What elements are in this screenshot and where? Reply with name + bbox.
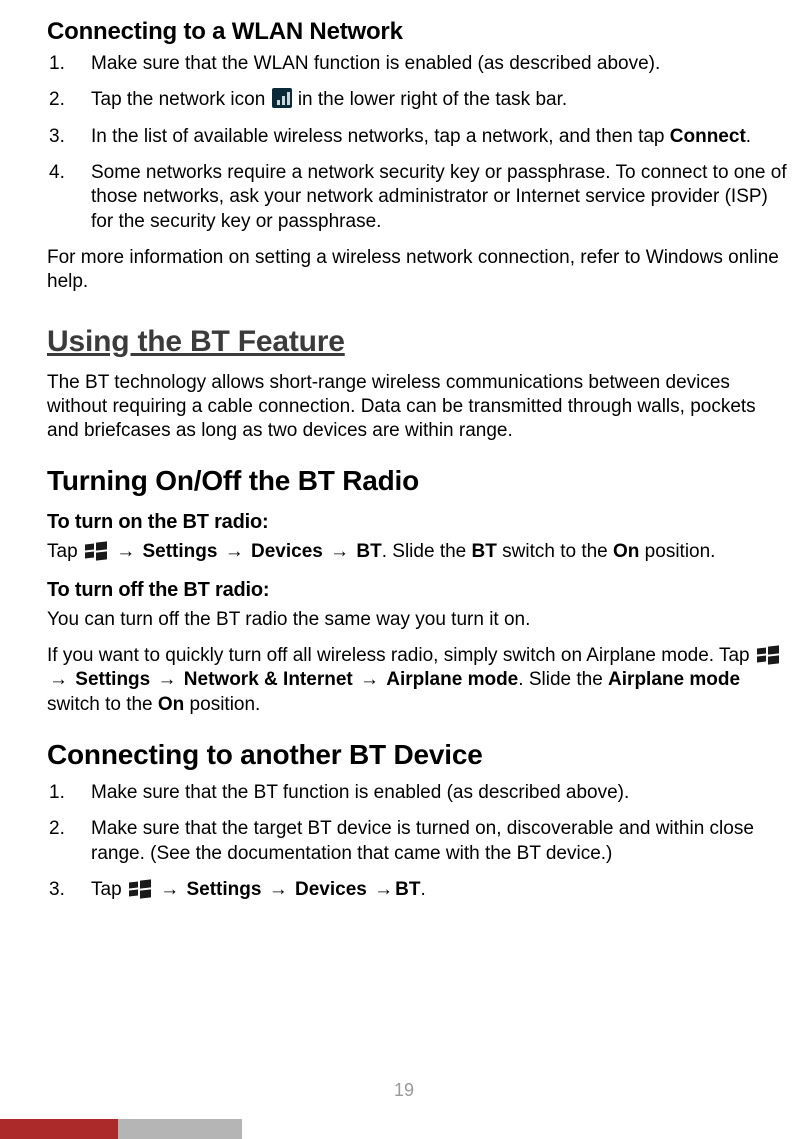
body-text: switch to the	[47, 694, 158, 715]
start-icon	[85, 542, 107, 560]
nav-term: Settings	[142, 541, 217, 562]
body-text: . Slide the	[518, 669, 608, 690]
manual-page: Connecting to a WLAN Network Make sure t…	[0, 0, 808, 1139]
body-text: If you want to quickly turn off all wire…	[47, 645, 755, 666]
body-text: switch to the	[497, 541, 613, 562]
bold-term: BT	[472, 541, 497, 562]
network-icon	[272, 88, 292, 108]
bold-term: Airplane mode	[608, 669, 740, 690]
list-item: Tap → Settings → Devices →BT.	[47, 878, 790, 902]
body-paragraph: For more information on setting a wirele…	[47, 246, 790, 295]
body-paragraph: The BT technology allows short-range wir…	[47, 371, 790, 444]
body-paragraph: You can turn off the BT radio the same w…	[47, 608, 790, 632]
bold-term: On	[613, 541, 639, 562]
body-paragraph: Tap → Settings → Devices → BT. Slide the…	[47, 540, 790, 564]
arrow-icon: →	[223, 541, 246, 562]
arrow-icon: →	[328, 541, 351, 562]
body-text: Tap	[91, 879, 127, 900]
body-text: .	[420, 879, 425, 900]
nav-term: Airplane mode	[386, 669, 518, 690]
body-text: Tap	[47, 541, 83, 562]
footer-bar-white	[242, 1119, 808, 1139]
arrow-icon: →	[267, 879, 290, 900]
list-item: In the list of available wireless networ…	[47, 125, 790, 149]
arrow-icon: →	[114, 541, 137, 562]
list-item: Tap the network icon in the lower right …	[47, 88, 790, 112]
body-text: position.	[184, 694, 260, 715]
body-text: Tap the network icon	[91, 89, 265, 110]
start-icon	[757, 646, 779, 664]
footer-color-bars	[0, 1119, 808, 1139]
arrow-icon: →	[372, 879, 395, 900]
body-text: In the list of available wireless networ…	[91, 126, 670, 147]
body-text: .	[746, 126, 751, 147]
body-text: Make sure that the WLAN function is enab…	[91, 53, 660, 74]
nav-term: BT	[356, 541, 381, 562]
body-text: position.	[639, 541, 715, 562]
list-item: Some networks require a network security…	[47, 161, 790, 234]
wlan-steps-list: Make sure that the WLAN function is enab…	[47, 52, 790, 234]
heading-connect-wlan: Connecting to a WLAN Network	[47, 18, 790, 46]
arrow-icon: →	[156, 669, 179, 690]
heading-turn-onoff-bt: Turning On/Off the BT Radio	[47, 465, 790, 497]
start-icon	[129, 880, 151, 898]
body-text: Make sure that the target BT device is t…	[91, 818, 754, 863]
bold-term-connect: Connect	[670, 126, 746, 147]
body-text: in the lower right of the task bar.	[298, 89, 567, 110]
bold-term: On	[158, 694, 184, 715]
body-paragraph: If you want to quickly turn off all wire…	[47, 644, 790, 717]
body-text: Some networks require a network security…	[91, 162, 787, 232]
bt-steps-list: Make sure that the BT function is enable…	[47, 781, 790, 902]
arrow-icon: →	[47, 669, 70, 690]
nav-term: Settings	[75, 669, 150, 690]
heading-connect-bt-device: Connecting to another BT Device	[47, 739, 790, 771]
page-number: 19	[0, 1080, 808, 1101]
subheading-turn-on-bt: To turn on the BT radio:	[47, 511, 790, 534]
subheading-turn-off-bt: To turn off the BT radio:	[47, 579, 790, 602]
body-text: . Slide the	[382, 541, 472, 562]
footer-bar-grey	[118, 1119, 242, 1139]
footer-bar-red	[0, 1119, 118, 1139]
arrow-icon: →	[158, 879, 181, 900]
body-text: Make sure that the BT function is enable…	[91, 782, 629, 803]
nav-term: BT	[395, 879, 420, 900]
list-item: Make sure that the BT function is enable…	[47, 781, 790, 805]
list-item: Make sure that the target BT device is t…	[47, 817, 790, 866]
list-item: Make sure that the WLAN function is enab…	[47, 52, 790, 76]
nav-term: Settings	[186, 879, 261, 900]
heading-using-bt: Using the BT Feature	[47, 325, 790, 359]
nav-term: Devices	[295, 879, 367, 900]
arrow-icon: →	[358, 669, 381, 690]
nav-term: Devices	[251, 541, 323, 562]
nav-term: Network & Internet	[184, 669, 353, 690]
